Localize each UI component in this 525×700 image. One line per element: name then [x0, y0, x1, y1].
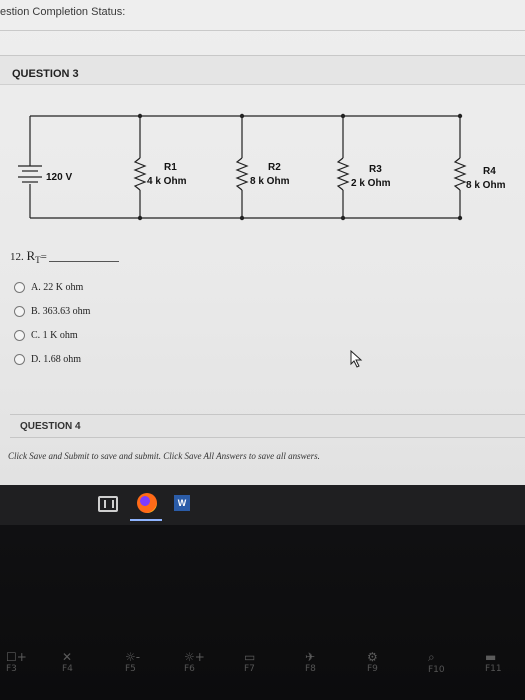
r3-value: 2 k Ohm: [351, 178, 391, 189]
question-4-header: QUESTION 4: [10, 414, 525, 438]
prompt-equals: =: [40, 251, 47, 263]
option-d[interactable]: D. 1.68 ohm: [14, 354, 81, 365]
option-c[interactable]: C. 1 K ohm: [14, 330, 78, 341]
question-3-title: QUESTION 3: [12, 68, 79, 80]
r3-name: R3: [369, 164, 382, 175]
r1-value: 4 k Ohm: [147, 176, 187, 187]
question-3-header: QUESTION 3: [0, 55, 525, 85]
f4-key: ✕ F4: [62, 650, 73, 674]
r4-value: 8 k Ohm: [466, 180, 506, 191]
taskbar: W: [0, 485, 525, 525]
word-icon[interactable]: W: [174, 495, 190, 511]
active-app-indicator: [130, 519, 162, 521]
divider: [0, 30, 525, 31]
function-key-row: ☐+ F3 ✕ F4 ☼- F5 ☼+ F6 ▭ F7 ✈ F8 ⚙ F9 ⌕ F10 ▬ F11: [0, 650, 525, 700]
tablet-mode-icon[interactable]: [98, 496, 118, 512]
firefox-icon[interactable]: [137, 493, 157, 513]
r4-name: R4: [483, 166, 496, 177]
f3-key: ☐+ F3: [6, 650, 27, 674]
question-number: 12.: [10, 251, 24, 263]
f9-key: ⚙ F9: [367, 650, 378, 674]
option-d-radio[interactable]: [14, 354, 25, 365]
browser-screen: estion Completion Status: QUESTION 3 120…: [0, 0, 525, 485]
mouse-cursor-icon: [350, 350, 363, 368]
option-a-label[interactable]: A. 22 K ohm: [31, 282, 83, 293]
r2-value: 8 k Ohm: [250, 176, 290, 187]
f10-key: ⌕ F10: [428, 650, 445, 675]
answer-blank: [48, 261, 119, 262]
option-a-radio[interactable]: [14, 282, 25, 293]
f5-key: ☼- F5: [125, 650, 141, 674]
question-prompt: 12. RT=: [10, 248, 119, 265]
option-b[interactable]: B. 363.63 ohm: [14, 306, 90, 317]
option-b-radio[interactable]: [14, 306, 25, 317]
question-4-title: QUESTION 4: [20, 421, 81, 432]
option-a[interactable]: A. 22 K ohm: [14, 282, 83, 293]
f8-key: ✈ F8: [305, 650, 316, 674]
f6-key: ☼+ F6: [184, 650, 205, 674]
source-voltage-label: 120 V: [46, 172, 72, 183]
option-b-label[interactable]: B. 363.63 ohm: [31, 306, 90, 317]
option-c-label[interactable]: C. 1 K ohm: [31, 330, 78, 341]
prompt-variable: R: [26, 248, 36, 263]
f7-key: ▭ F7: [244, 650, 256, 674]
option-d-label[interactable]: D. 1.68 ohm: [31, 354, 81, 365]
option-c-radio[interactable]: [14, 330, 25, 341]
r2-name: R2: [268, 162, 281, 173]
save-instructions: Click Save and Submit to save and submit…: [8, 451, 320, 461]
r1-name: R1: [164, 162, 177, 173]
circuit-diagram: 120 V R1 4 k Ohm R2 8 k Ohm R3 2 k Ohm R…: [18, 113, 506, 221]
completion-status-title: estion Completion Status:: [0, 6, 126, 18]
f11-key: ▬ F11: [485, 650, 502, 674]
